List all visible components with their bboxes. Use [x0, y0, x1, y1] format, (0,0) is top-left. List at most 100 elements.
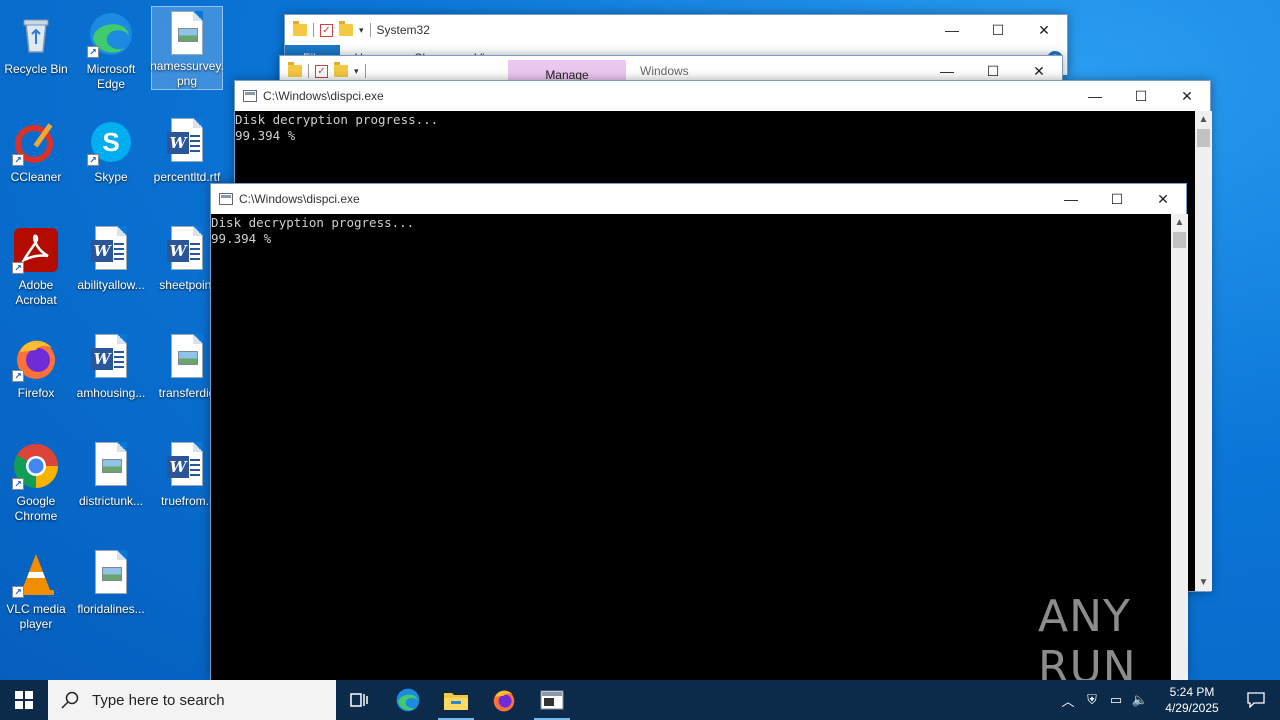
- qat-dropdown-icon[interactable]: ▾: [354, 66, 359, 77]
- desktop-icon-amhousing[interactable]: W amhousing...: [75, 330, 147, 430]
- scroll-up-icon[interactable]: ▲: [1171, 214, 1188, 231]
- chevron-up-icon[interactable]: ︿: [1056, 680, 1080, 720]
- chrome-icon: ↗: [12, 442, 60, 490]
- desktop-icon-label: floridalines...: [77, 602, 145, 616]
- taskbar-console-app[interactable]: [528, 680, 576, 720]
- taskbar-clock[interactable]: 5:24 PM 4/29/2025: [1152, 684, 1232, 716]
- word-document-icon: W: [87, 334, 135, 382]
- skype-icon: S ↗: [87, 118, 135, 166]
- desktop-icon-label: Skype: [94, 170, 128, 184]
- taskbar-file-explorer[interactable]: [432, 680, 480, 720]
- system-tray: ︿ ⛨ ▭ 🔈 5:24 PM 4/29/2025: [1056, 680, 1280, 720]
- desktop-icon-label: namessurvey.png: [150, 59, 224, 88]
- clock-date: 4/29/2025: [1165, 701, 1219, 715]
- shortcut-arrow-icon: ↗: [12, 370, 24, 382]
- close-button[interactable]: ✕: [1140, 184, 1186, 214]
- minimize-button[interactable]: —: [929, 15, 975, 45]
- search-placeholder: Type here to search: [92, 691, 225, 709]
- image-file-icon: [163, 334, 211, 382]
- desktop-icon-recycle-bin[interactable]: Recycle Bin: [0, 6, 72, 106]
- desktop-icon-label: abilityallow...: [77, 278, 145, 292]
- desktop-icon-vlc[interactable]: ↗ VLC media player: [0, 546, 72, 646]
- watermark-text: ANY RUN: [1038, 591, 1137, 680]
- edge-icon: [396, 688, 420, 712]
- console-line: 99.394 %: [211, 231, 272, 246]
- window-title: C:\Windows\dispci.exe: [239, 192, 360, 206]
- scroll-thumb[interactable]: [1197, 129, 1210, 147]
- search-icon: [61, 691, 79, 709]
- console-titlebar[interactable]: C:\Windows\dispci.exe — ☐ ✕: [211, 184, 1186, 214]
- close-button[interactable]: ✕: [1164, 81, 1210, 111]
- console-titlebar[interactable]: C:\Windows\dispci.exe — ☐ ✕: [235, 81, 1210, 111]
- shortcut-arrow-icon: ↗: [12, 478, 24, 490]
- scroll-thumb[interactable]: [1173, 232, 1186, 248]
- console-app-icon: [219, 193, 233, 205]
- new-folder-icon[interactable]: [339, 21, 353, 36]
- task-view-button[interactable]: [336, 680, 384, 720]
- desktop-icon-abilityallow[interactable]: W abilityallow...: [75, 222, 147, 322]
- console-line: Disk decryption progress...: [211, 215, 415, 230]
- folder-icon: [288, 62, 302, 77]
- close-button[interactable]: ✕: [1021, 15, 1067, 45]
- clock-time: 5:24 PM: [1169, 685, 1215, 699]
- scroll-down-icon[interactable]: ▼: [1195, 574, 1212, 591]
- network-icon[interactable]: ▭: [1104, 680, 1128, 720]
- image-file-icon: [87, 550, 135, 598]
- console-scrollbar[interactable]: ▲ ▼: [1195, 111, 1212, 591]
- desktop-icon-label: districtunk...: [78, 494, 144, 508]
- window-title: C:\Windows\dispci.exe: [263, 89, 384, 103]
- shortcut-arrow-icon: ↗: [87, 154, 99, 166]
- desktop-icon-label: Microsoft Edge: [86, 62, 136, 91]
- maximize-button[interactable]: ☐: [1094, 184, 1140, 214]
- taskbar: Type here to search ︿ ⛨ ▭ 🔈 5:24 PM 4/29…: [0, 680, 1280, 720]
- svg-text:S: S: [102, 127, 119, 157]
- scroll-up-icon[interactable]: ▲: [1195, 111, 1212, 128]
- desktop-icon-floridalines[interactable]: floridalines...: [75, 546, 147, 646]
- volume-icon[interactable]: 🔈: [1128, 680, 1152, 720]
- taskbar-firefox[interactable]: [480, 680, 528, 720]
- window-title: Windows: [640, 64, 689, 78]
- qat-dropdown-icon[interactable]: ▾: [359, 25, 364, 36]
- notifications-button[interactable]: [1232, 680, 1280, 720]
- desktop-icon-namessurvey[interactable]: namessurvey.png: [150, 6, 224, 90]
- task-view-icon: [350, 693, 368, 707]
- minimize-button[interactable]: —: [1048, 184, 1094, 214]
- ccleaner-icon: ↗: [12, 118, 60, 166]
- desktop-icon-label: Recycle Bin: [4, 62, 68, 76]
- anyrun-watermark: ANY RUN: [1038, 591, 1238, 680]
- desktop-icon-google-chrome[interactable]: ↗ Google Chrome: [0, 438, 72, 538]
- maximize-button[interactable]: ☐: [1118, 81, 1164, 111]
- firefox-icon: ↗: [12, 334, 60, 382]
- word-document-icon: W: [163, 442, 211, 490]
- new-folder-icon[interactable]: [334, 62, 348, 77]
- taskbar-edge[interactable]: [384, 680, 432, 720]
- shortcut-arrow-icon: ↗: [12, 262, 24, 274]
- desktop-icon-adobe-acrobat[interactable]: ↗ Adobe Acrobat: [0, 222, 72, 322]
- windows-logo-icon: [15, 691, 33, 709]
- explorer-titlebar[interactable]: ✓ ▾ System32 — ☐ ✕: [285, 15, 1067, 45]
- desktop: Recycle Bin ↗ CCleaner ↗ Adobe Acrobat ↗…: [0, 0, 1280, 680]
- defender-icon[interactable]: ⛨: [1080, 680, 1104, 720]
- shortcut-arrow-icon: ↗: [87, 46, 99, 58]
- maximize-button[interactable]: ☐: [975, 15, 1021, 45]
- start-button[interactable]: [0, 680, 48, 720]
- desktop-icon-skype[interactable]: S ↗ Skype: [75, 114, 147, 214]
- desktop-icon-label: Google Chrome: [14, 494, 58, 523]
- minimize-button[interactable]: —: [1072, 81, 1118, 111]
- window-title: System32: [376, 23, 430, 37]
- properties-icon[interactable]: ✓: [315, 64, 328, 78]
- desktop-icon-ccleaner[interactable]: ↗ CCleaner: [0, 114, 72, 214]
- console-app-icon: [243, 90, 257, 102]
- vlc-cone-icon: ↗: [12, 550, 60, 598]
- shortcut-arrow-icon: ↗: [12, 154, 24, 166]
- desktop-icon-districtunk[interactable]: districtunk...: [75, 438, 147, 538]
- console-output: Disk decryption progress... 99.394 %: [211, 214, 1171, 680]
- desktop-icon-label: Adobe Acrobat: [15, 278, 57, 307]
- desktop-icon-label: CCleaner: [10, 170, 62, 184]
- desktop-icon-firefox[interactable]: ↗ Firefox: [0, 330, 72, 430]
- image-file-icon: [87, 442, 135, 490]
- word-document-icon: W: [163, 118, 211, 166]
- taskbar-search-box[interactable]: Type here to search: [48, 680, 336, 720]
- desktop-icon-microsoft-edge[interactable]: ↗ Microsoft Edge: [75, 6, 147, 106]
- properties-icon[interactable]: ✓: [320, 23, 333, 37]
